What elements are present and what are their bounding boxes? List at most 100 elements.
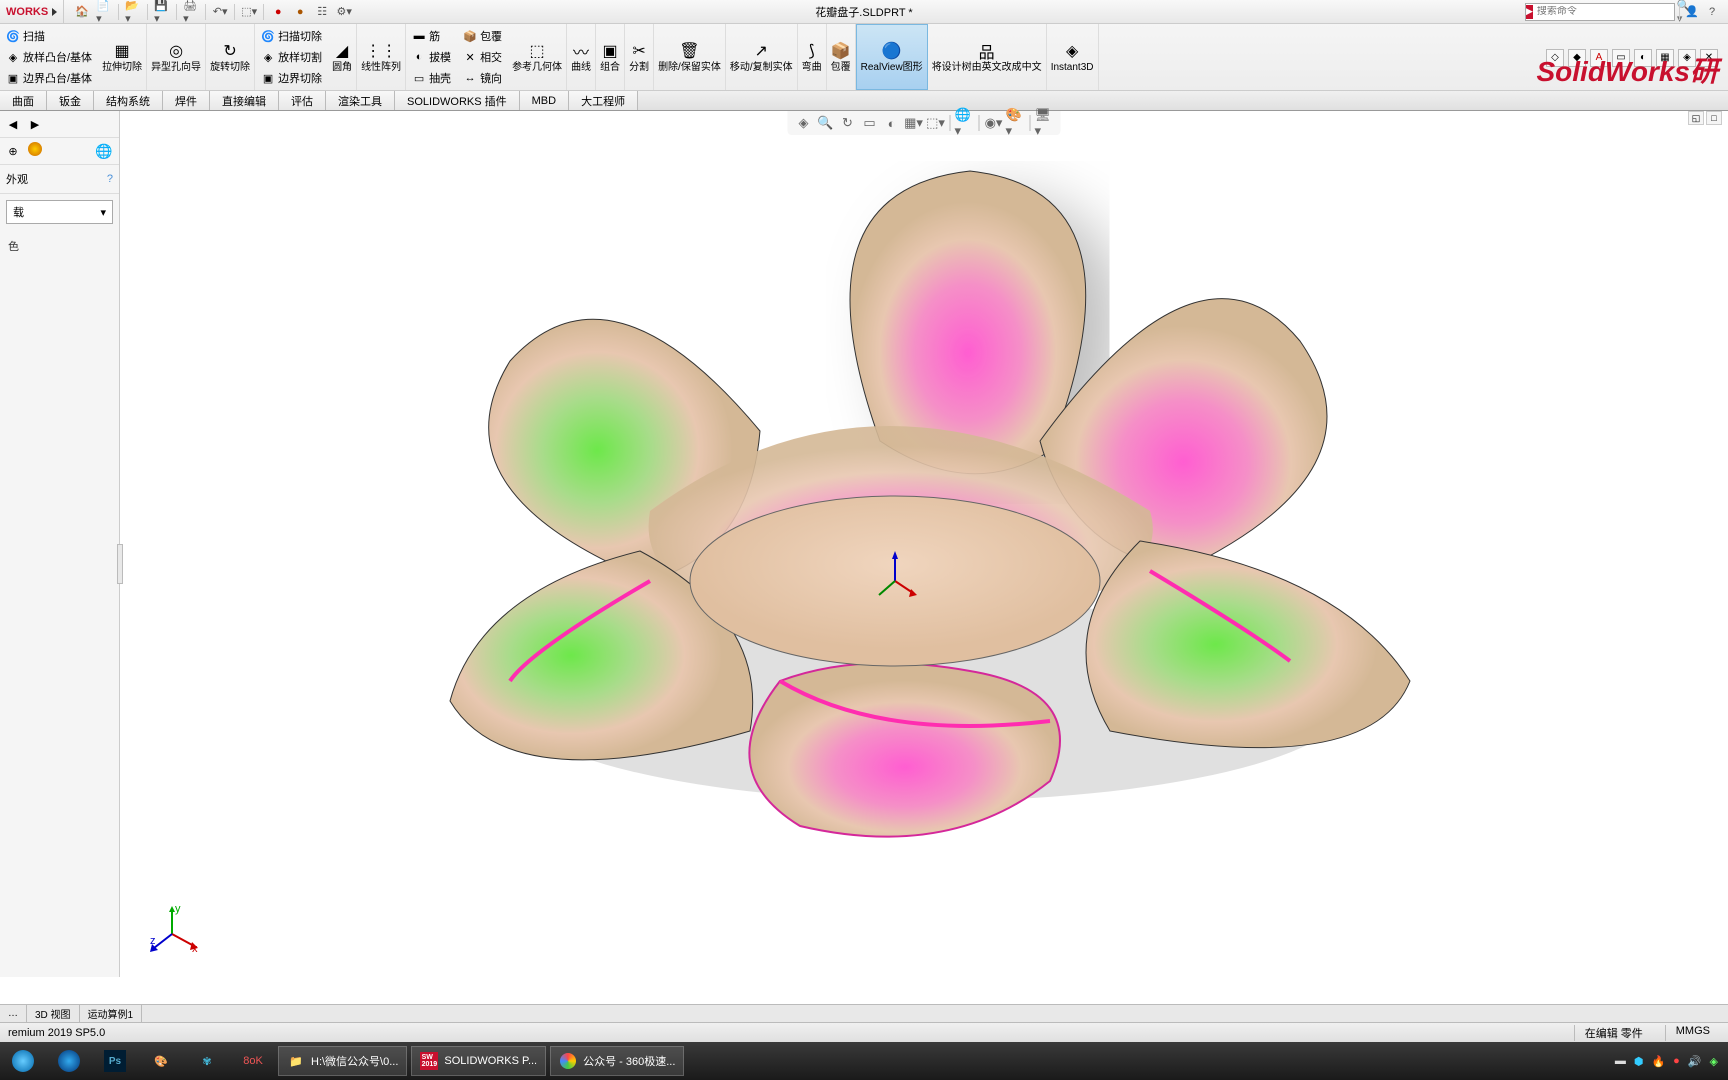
new-doc-icon[interactable]: 📄▾: [96, 4, 112, 20]
display-style-icon[interactable]: 🌐▾: [955, 113, 975, 133]
delete-body-button[interactable]: 🗑删除/保留实体: [654, 24, 726, 90]
tab-structure[interactable]: 结构系统: [94, 91, 163, 110]
move-copy-button[interactable]: ↗移动/复制实体: [726, 24, 798, 90]
home-icon[interactable]: 🏠: [74, 4, 90, 20]
tab-render[interactable]: 渲染工具: [326, 91, 395, 110]
fillet-button[interactable]: ◢圆角: [328, 24, 357, 90]
undo-icon[interactable]: ↶▾: [212, 4, 228, 20]
tab-direct-edit[interactable]: 直接编辑: [210, 91, 279, 110]
tray-icon[interactable]: 🔊: [1688, 1055, 1702, 1068]
splitter-handle[interactable]: [117, 544, 123, 584]
target-icon[interactable]: ⊕: [4, 142, 22, 160]
tray-icon[interactable]: ⬢: [1634, 1055, 1644, 1068]
doc-tab-motion[interactable]: 运动算例1: [80, 1005, 143, 1022]
maximize-icon[interactable]: □: [1706, 111, 1722, 125]
loft-cut-button[interactable]: ◈放样切割: [259, 47, 324, 67]
extrude-cut-button[interactable]: ▦拉伸切除: [98, 24, 147, 90]
combine-button[interactable]: ▣组合: [596, 24, 625, 90]
viewport-icon[interactable]: 🖥▾: [1035, 113, 1055, 133]
rotate-icon[interactable]: ↻: [838, 113, 858, 133]
pinned-app-icon[interactable]: 🎨: [138, 1042, 184, 1080]
app-logo[interactable]: WORKS: [0, 0, 64, 23]
sweep-button[interactable]: 🌀扫描: [4, 26, 94, 46]
isometric-icon[interactable]: ⬚▾: [926, 113, 946, 133]
tab-engineer[interactable]: 大工程师: [569, 91, 638, 110]
tab-evaluate[interactable]: 评估: [279, 91, 326, 110]
rib-button[interactable]: ▬筋: [410, 26, 453, 46]
tab-addins[interactable]: SOLIDWORKS 插件: [395, 91, 520, 110]
sphere-icon[interactable]: [28, 142, 42, 156]
mirror-button[interactable]: ↔镜向: [461, 68, 504, 88]
units-status[interactable]: MMGS: [1665, 1025, 1720, 1041]
arrow-icon[interactable]: ◀: [4, 115, 22, 133]
orientation-triad[interactable]: y x z: [150, 904, 200, 957]
hole-wizard-button[interactable]: ◎异型孔向导: [147, 24, 206, 90]
wrap2-button[interactable]: 📦包覆: [827, 24, 856, 90]
revolve-cut-button[interactable]: ↻旋转切除: [206, 24, 255, 90]
print-icon[interactable]: 🖨▾: [183, 4, 199, 20]
scene-icon[interactable]: ◉▾: [984, 113, 1004, 133]
appearance-icon[interactable]: 🎨▾: [1006, 113, 1026, 133]
doc-tab-model[interactable]: …: [0, 1005, 27, 1022]
user-icon[interactable]: 👤: [1684, 4, 1700, 20]
tab-mbd[interactable]: MBD: [520, 91, 569, 110]
boundary-button[interactable]: ▣边界凸台/基体: [4, 68, 94, 88]
arrow-icon[interactable]: ▶: [26, 115, 44, 133]
section-icon[interactable]: ▭: [860, 113, 880, 133]
gear-icon[interactable]: 🌐: [95, 143, 113, 161]
boundary-cut-button[interactable]: ▣边界切除: [259, 68, 324, 88]
help-icon[interactable]: ?: [1704, 4, 1720, 20]
heads-up-toolbar: ◈ 🔍 ↻ ▭ ◐ ▦▾ ⬚▾ 🌐▾ ◉▾ 🎨▾ 🖥▾: [788, 111, 1061, 135]
taskbar-task-browser[interactable]: 公众号 - 360极速...: [550, 1046, 684, 1076]
save-icon[interactable]: 💾▾: [154, 4, 170, 20]
intersect-button[interactable]: ✕相交: [461, 47, 504, 67]
rebuild-icon[interactable]: ●: [270, 4, 286, 20]
label: 异型孔向导: [151, 62, 201, 73]
doc-tab-3dview[interactable]: 3D 视图: [27, 1005, 80, 1022]
open-icon[interactable]: 📂▾: [125, 4, 141, 20]
search-input[interactable]: [1533, 6, 1673, 17]
translate-tree-button[interactable]: 品将设计树由英文改成中文: [928, 24, 1047, 90]
zoom-icon[interactable]: 🔍: [816, 113, 836, 133]
tab-surface[interactable]: 曲面: [0, 91, 47, 110]
taskbar-task-solidworks[interactable]: SW2019 SOLIDWORKS P...: [411, 1046, 546, 1076]
split-button[interactable]: ✂分割: [625, 24, 654, 90]
flex-button[interactable]: ⟆弯曲: [798, 24, 827, 90]
start-button[interactable]: [0, 1042, 46, 1080]
options-icon[interactable]: ⚙▾: [336, 4, 352, 20]
tray-icon[interactable]: ◈: [1710, 1055, 1718, 1068]
display-icon[interactable]: ◐: [882, 113, 902, 133]
pinned-app-icon[interactable]: 8oK: [230, 1042, 276, 1080]
graphics-viewport[interactable]: ◈ 🔍 ↻ ▭ ◐ ▦▾ ⬚▾ 🌐▾ ◉▾ 🎨▾ 🖥▾ ◱ □: [120, 111, 1728, 977]
task-label: SOLIDWORKS P...: [444, 1055, 537, 1067]
tray-icon[interactable]: 🔥: [1651, 1055, 1665, 1068]
pinned-app-icon[interactable]: ✾: [184, 1042, 230, 1080]
photoshop-icon[interactable]: Ps: [92, 1042, 138, 1080]
tab-sheetmetal[interactable]: 钣金: [47, 91, 94, 110]
select-icon[interactable]: ⬚▾: [241, 4, 257, 20]
sidebar-dropdown[interactable]: 载 ▾: [6, 200, 113, 224]
tray-icon[interactable]: ▬: [1615, 1055, 1626, 1067]
help-icon[interactable]: ?: [107, 173, 113, 185]
realview-button[interactable]: 🔵RealView图形: [856, 24, 928, 90]
view-icon[interactable]: ◈: [794, 113, 814, 133]
draft-button[interactable]: ◐拔模: [410, 47, 453, 67]
props-icon[interactable]: ☷: [314, 4, 330, 20]
loft-button[interactable]: ◈放样凸台/基体: [4, 47, 94, 67]
red-dot-icon[interactable]: ●: [292, 4, 308, 20]
hide-icon[interactable]: ▦▾: [904, 113, 924, 133]
command-search[interactable]: ▶ 🔍▾: [1525, 3, 1675, 21]
curves-button[interactable]: 〰曲线: [567, 24, 596, 90]
restore-icon[interactable]: ◱: [1688, 111, 1704, 125]
ref-geom-button[interactable]: ⬚参考几何体: [508, 24, 567, 90]
pattern-button[interactable]: ⋮⋮线性阵列: [357, 24, 406, 90]
sweep-cut-button[interactable]: 🌀扫描切除: [259, 26, 324, 46]
instant3d-button[interactable]: ◈Instant3D: [1047, 24, 1099, 90]
wrap-button[interactable]: 📦包覆: [461, 26, 504, 46]
pinned-app-icon[interactable]: [46, 1042, 92, 1080]
sidebar-title: 外观: [6, 171, 28, 187]
shell-button[interactable]: ▭抽壳: [410, 68, 453, 88]
taskbar-task-explorer[interactable]: 📁 H:\微信公众号\0...: [278, 1046, 407, 1076]
tray-icon[interactable]: ●: [1673, 1055, 1680, 1067]
tab-weldments[interactable]: 焊件: [163, 91, 210, 110]
